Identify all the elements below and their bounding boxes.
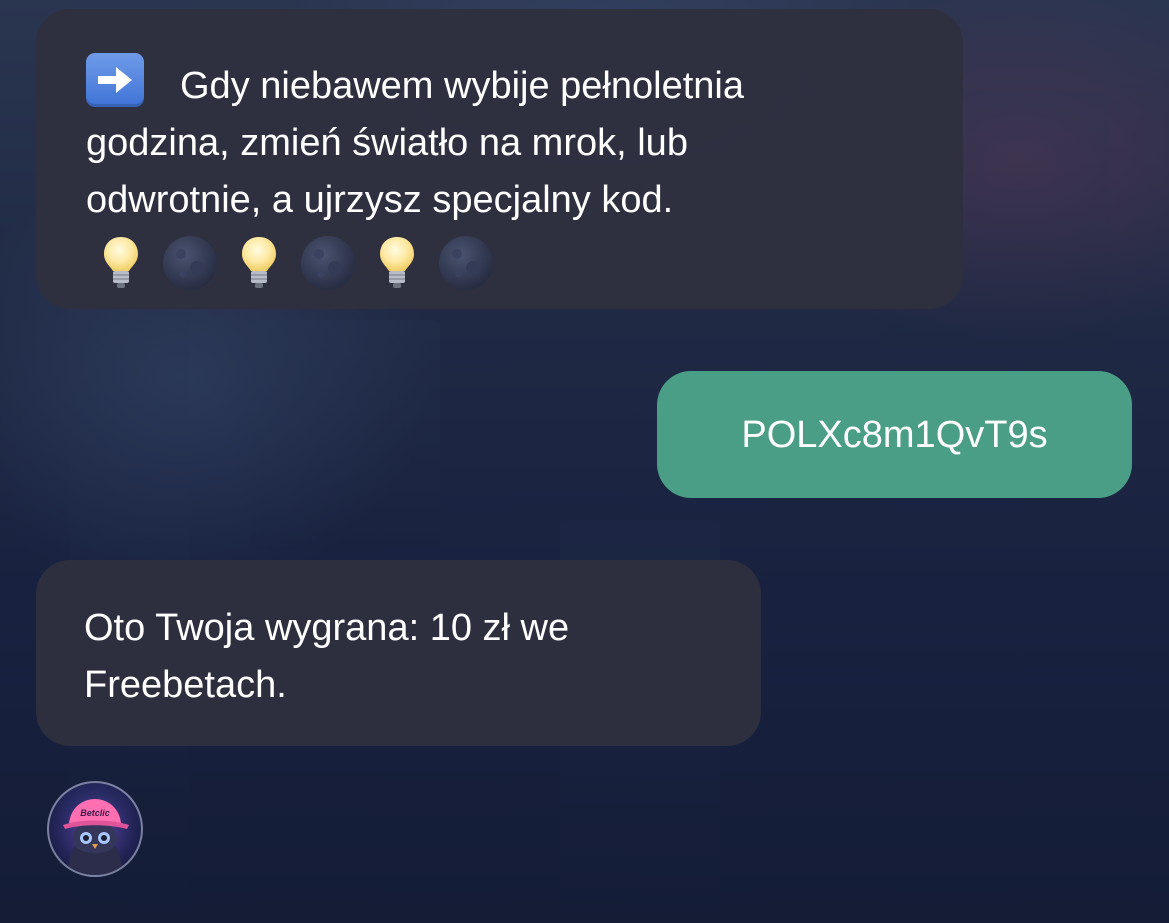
new-moon-icon <box>155 231 224 295</box>
light-bulb-icon <box>224 231 293 295</box>
owl-with-cap-icon: Betclic <box>49 783 141 875</box>
light-bulb-icon <box>362 231 431 295</box>
message-line: godzina, zmień światło na mrok, lub <box>86 122 688 164</box>
message-text: Oto Twoja wygrana: 10 zł we Freebetach. <box>84 600 721 714</box>
avatar-cap-text: Betclic <box>80 808 110 818</box>
new-moon-icon <box>431 231 500 295</box>
message-line: Freebetach. <box>84 664 287 706</box>
bot-avatar-icon[interactable]: Betclic <box>47 781 143 877</box>
message-line: Oto Twoja wygrana: 10 zł we <box>84 607 570 649</box>
emoji-sequence <box>86 231 923 295</box>
incoming-message-bubble[interactable]: Oto Twoja wygrana: 10 zł we Freebetach. <box>36 560 761 746</box>
outgoing-message-bubble[interactable]: POLXc8m1QvT9s <box>657 371 1132 498</box>
message-text: Gdy niebawem wybije pełnoletnia godzina,… <box>86 53 923 229</box>
right-arrow-icon <box>86 53 144 107</box>
new-moon-icon <box>293 231 362 295</box>
incoming-message-bubble[interactable]: Gdy niebawem wybije pełnoletnia godzina,… <box>36 9 963 309</box>
light-bulb-icon <box>86 231 155 295</box>
message-line: Gdy niebawem wybije pełnoletnia <box>180 65 744 107</box>
message-line: odwrotnie, a ujrzysz specjalny kod. <box>86 179 674 221</box>
message-text: POLXc8m1QvT9s <box>741 414 1048 456</box>
